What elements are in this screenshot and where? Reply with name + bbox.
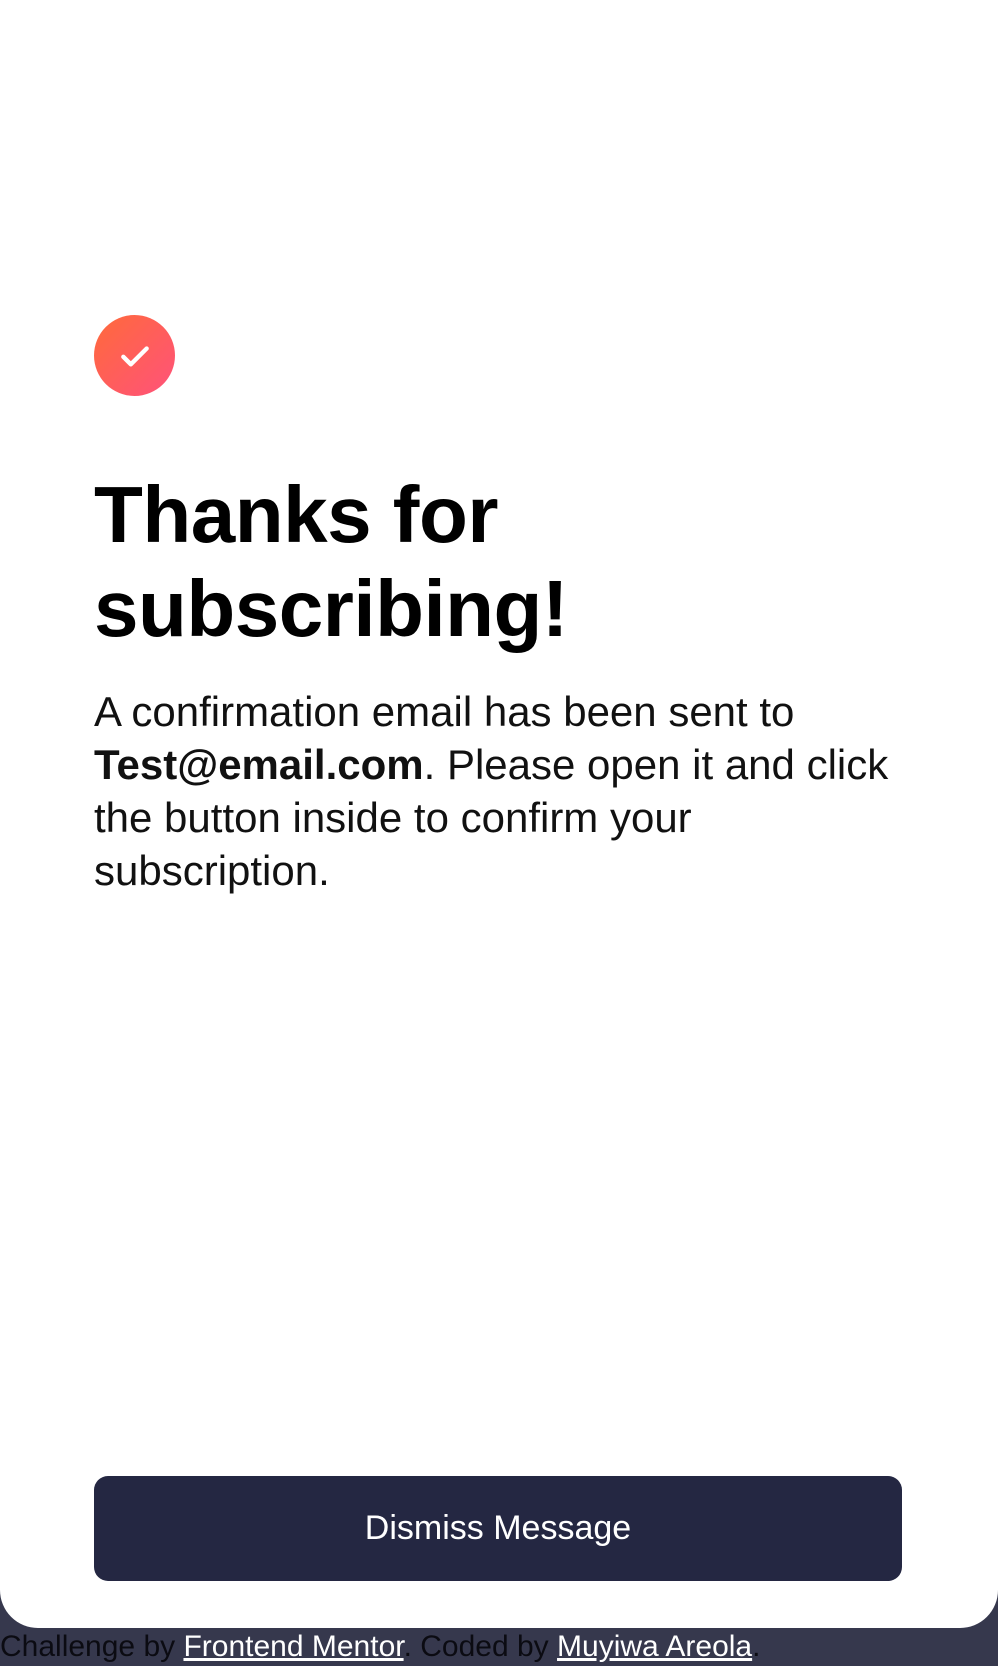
page-title: Thanks for subscribing!	[94, 468, 894, 656]
title-line-2: subscribing!	[94, 564, 569, 653]
attribution-prefix: Challenge by	[0, 1630, 184, 1663]
attribution-middle: . Coded by	[403, 1630, 558, 1663]
success-card: Thanks for subscribing! A confirmation e…	[0, 0, 998, 1628]
confirmation-message: A confirmation email has been sent to Te…	[94, 685, 914, 897]
dismiss-button[interactable]: Dismiss Message	[94, 1476, 902, 1581]
message-prefix: A confirmation email has been sent to	[94, 688, 795, 735]
checkmark-icon	[94, 315, 175, 396]
title-line-1: Thanks for	[94, 470, 498, 559]
attribution-suffix: .	[752, 1630, 761, 1663]
attribution: Challenge by Frontend Mentor. Coded by M…	[0, 1628, 998, 1666]
frontend-mentor-link[interactable]: Frontend Mentor	[183, 1630, 403, 1663]
email-address: Test@email.com	[94, 741, 424, 788]
checkmark-glyph	[120, 345, 149, 366]
author-link[interactable]: Muyiwa Areola	[557, 1630, 752, 1663]
